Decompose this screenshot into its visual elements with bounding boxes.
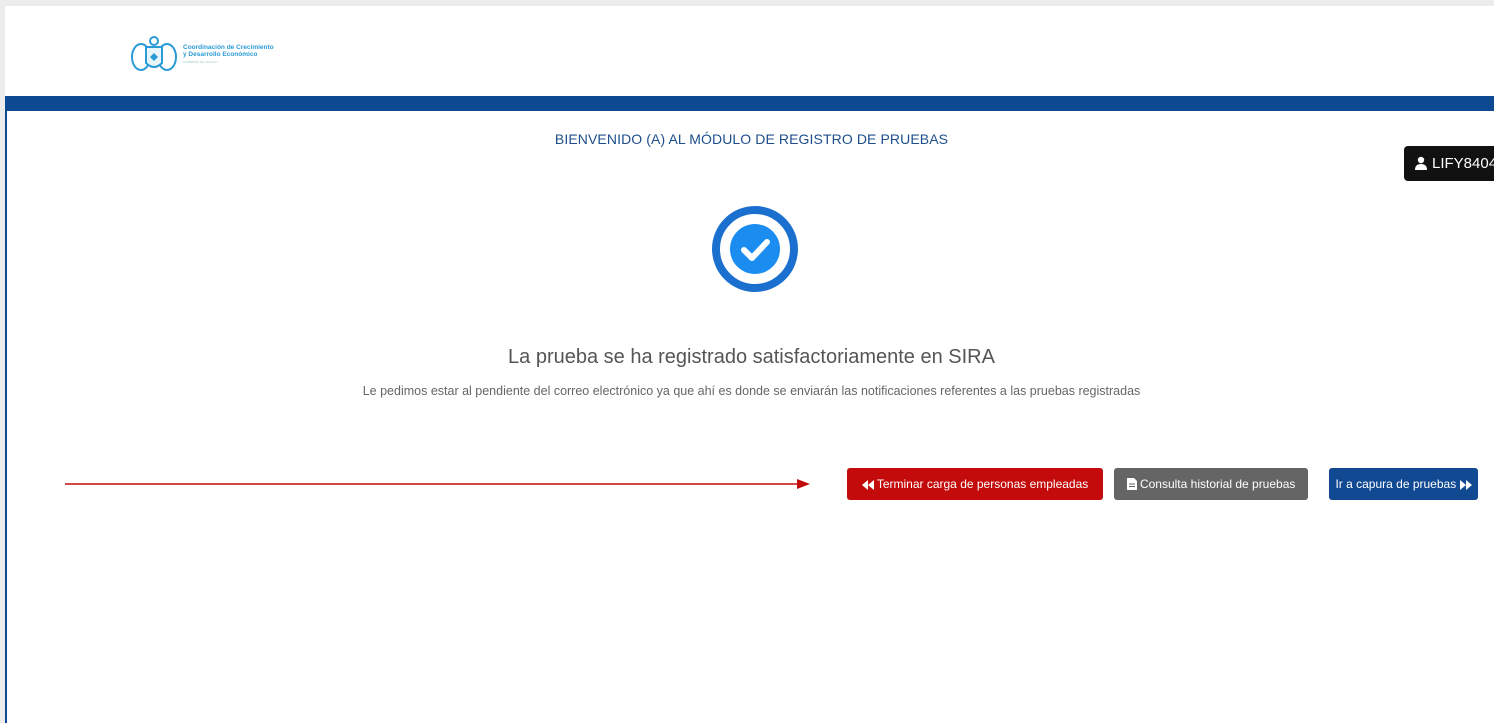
success-title: La prueba se ha registrado satisfactoria… <box>508 346 995 368</box>
success-message: Le pedimos estar al pendiente del correo… <box>362 384 1141 398</box>
nav-bar <box>5 96 1494 111</box>
check-circle-icon <box>707 201 803 297</box>
user-icon <box>1414 148 1428 183</box>
crest-icon <box>131 36 177 71</box>
fast-forward-icon <box>1459 477 1472 491</box>
annotation-arrow <box>65 479 810 489</box>
welcome-heading: BIENVENIDO (A) AL MÓDULO DE REGISTRO DE … <box>554 131 949 147</box>
header: Coordinación de Crecimiento y Desarrollo… <box>5 6 1494 96</box>
main-content: BIENVENIDO (A) AL MÓDULO DE REGISTRO DE … <box>5 111 1494 723</box>
user-id: LIFY84041 <box>1432 155 1494 172</box>
logo-line-1: Coordinación de Crecimiento <box>183 44 274 51</box>
finish-upload-label: Terminar carga de personas empleadas <box>876 477 1089 491</box>
logo-line-2: y Desarrollo Económico <box>183 51 258 58</box>
finish-upload-button[interactable]: Terminar carga de personas empleadas <box>847 468 1103 500</box>
test-history-label: Consulta historial de pruebas <box>1139 477 1296 491</box>
document-icon <box>1126 477 1140 491</box>
user-badge[interactable]: LIFY84041 <box>1404 146 1494 181</box>
capture-tests-button[interactable]: Ir a capura de pruebas <box>1329 468 1478 500</box>
rewind-icon <box>861 477 877 491</box>
logo: Coordinación de Crecimiento y Desarrollo… <box>129 29 299 79</box>
capture-tests-label: Ir a capura de pruebas <box>1335 477 1457 491</box>
test-history-button[interactable]: Consulta historial de pruebas <box>1114 468 1308 500</box>
logo-text: Coordinación de Crecimiento y Desarrollo… <box>183 44 274 58</box>
logo-subtext: GOBIERNO DE JALISCO <box>183 60 218 64</box>
page-frame: Coordinación de Crecimiento y Desarrollo… <box>5 6 1494 723</box>
